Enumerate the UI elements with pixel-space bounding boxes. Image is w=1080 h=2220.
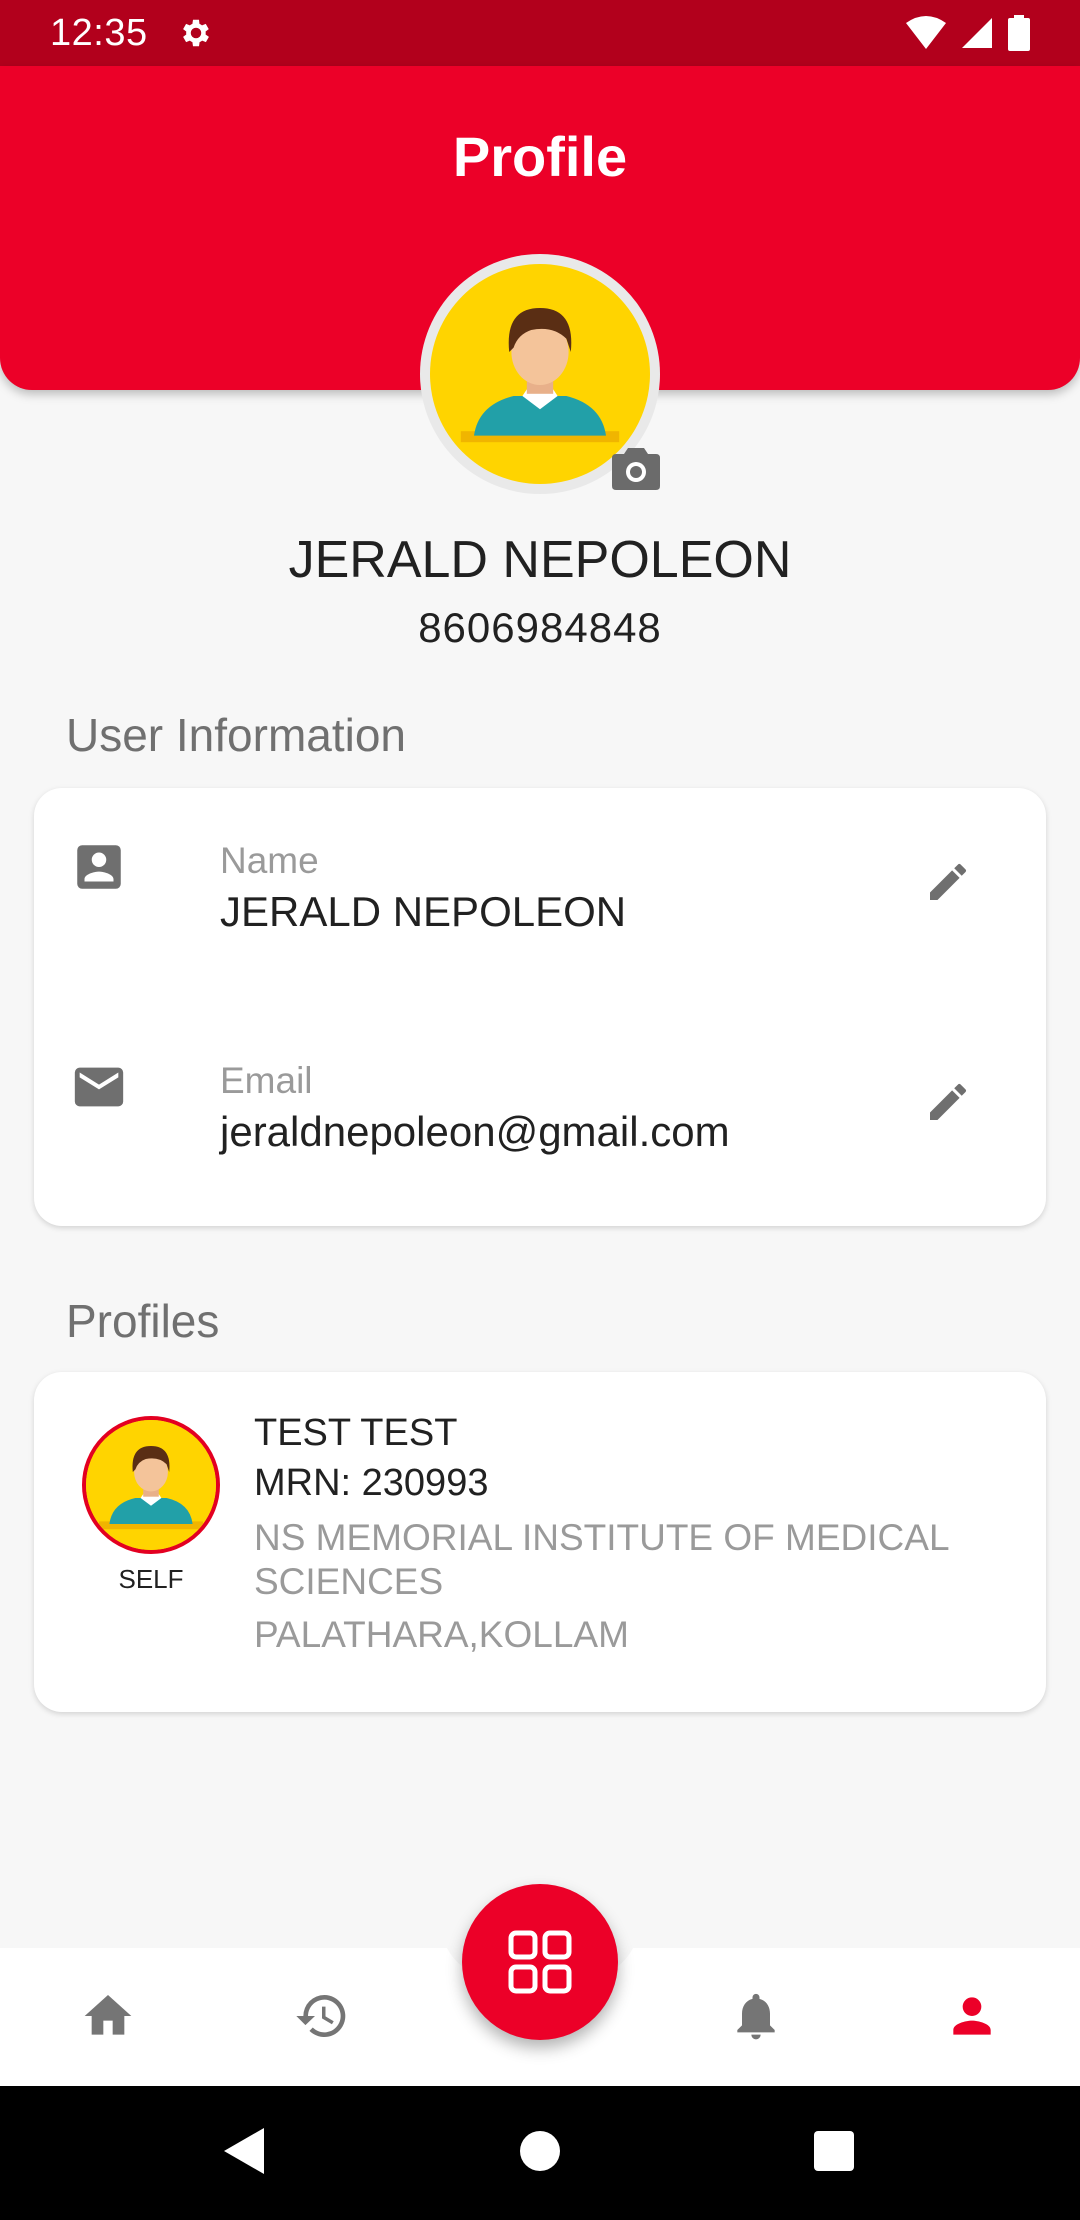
battery-icon (1008, 15, 1030, 51)
page-title: Profile (452, 125, 628, 188)
user-information-heading: User Information (66, 709, 407, 761)
apps-menu-button[interactable] (462, 1884, 618, 2040)
bell-icon[interactable] (728, 1988, 784, 2044)
status-bar: 12:35 (0, 0, 1080, 66)
profile-screen: 12:35 Profile JERALD NEPOLEON 8606984848… (0, 0, 1080, 2220)
email-icon (74, 1067, 124, 1107)
history-icon[interactable] (294, 1988, 350, 2044)
patient-mrn: MRN: 230993 (254, 1462, 489, 1504)
profiles-heading: Profiles (66, 1295, 220, 1347)
home-circle-icon[interactable] (518, 2126, 562, 2176)
recents-square-icon[interactable] (812, 2126, 856, 2176)
settings-gear-icon (182, 19, 209, 47)
patient-name: TEST TEST (254, 1412, 458, 1454)
hospital-location: PALATHARA,KOLLAM (254, 1614, 629, 1655)
edit-pencil-icon[interactable] (924, 858, 972, 906)
system-navigation-bar (0, 2086, 1080, 2220)
email-label: Email (220, 1060, 313, 1101)
camera-icon[interactable] (612, 446, 660, 490)
status-indicators (906, 15, 1030, 51)
wifi-icon (906, 16, 946, 49)
email-row: Email jeraldnepoleon@gmail.com (34, 1028, 1046, 1188)
hospital-name: NS MEMORIAL INSTITUTE OF MEDICAL SCIENCE… (254, 1517, 949, 1602)
name-row: Name JERALD NEPOLEON (34, 808, 1046, 968)
user-information-card: Name JERALD NEPOLEON Email jeraldnepoleo… (34, 788, 1046, 1226)
status-time: 12:35 (50, 11, 148, 54)
profile-avatar-small (82, 1416, 220, 1554)
back-icon[interactable] (222, 2126, 266, 2176)
name-label: Name (220, 840, 319, 881)
profile-phone: 8606984848 (418, 604, 662, 651)
edit-pencil-icon[interactable] (924, 1078, 972, 1126)
apps-grid-icon (508, 1930, 572, 1994)
name-value: JERALD NEPOLEON (220, 888, 627, 935)
user-avatar-illustration-icon (86, 1420, 216, 1550)
profile-list-item[interactable]: SELF TEST TEST MRN: 230993 NS MEMORIAL I… (34, 1372, 1046, 1712)
person-icon[interactable] (944, 1988, 1000, 2044)
email-value: jeraldnepoleon@gmail.com (220, 1108, 730, 1155)
home-icon[interactable] (80, 1988, 136, 2044)
profile-name: JERALD NEPOLEON (288, 531, 792, 589)
account-box-icon (77, 845, 121, 889)
cellular-signal-icon (962, 18, 992, 48)
relation-label: SELF (118, 1564, 184, 1594)
